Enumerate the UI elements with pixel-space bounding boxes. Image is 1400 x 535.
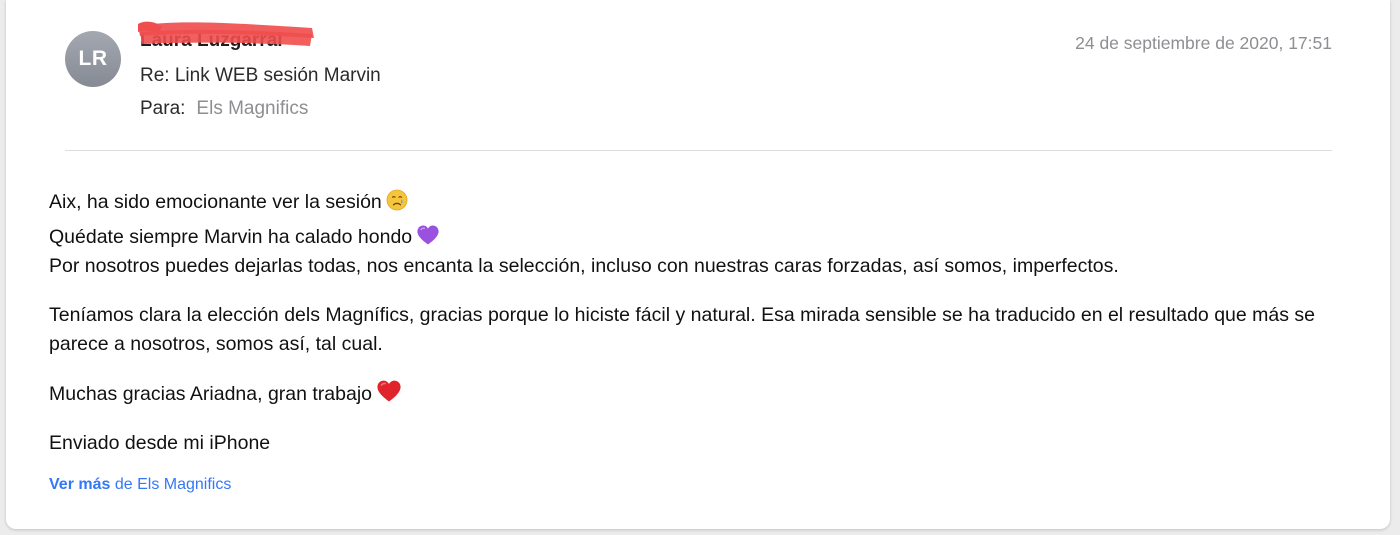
see-more-link[interactable]: Ver más de Els Magnifics — [49, 476, 231, 494]
recipient-name[interactable]: Els Magnifics — [196, 98, 308, 119]
body-line: Por nosotros puedes dejarlas todas, nos … — [49, 255, 1119, 277]
body-line: Aix, ha sido emocionante ver la sesión — [49, 188, 1349, 217]
body-text: Muchas gracias Ariadna, gran trabajo — [49, 383, 373, 405]
email-date: 24 de septiembre de 2020, 17:51 — [1075, 33, 1332, 53]
avatar[interactable]: LR — [65, 31, 121, 87]
body-text: Quédate siempre Marvin ha calado hondo — [49, 226, 413, 248]
email-body: Aix, ha sido emocionante ver la sesión Q… — [49, 188, 1349, 458]
email-signature: Enviado desde mi iPhone — [49, 432, 271, 454]
body-line: Quédate siempre Marvin ha calado hondo — [49, 223, 1349, 252]
body-text: Aix, ha sido emocionante ver la sesión — [49, 191, 382, 213]
recipient-line: Para: Els Magnifics — [140, 98, 308, 120]
email-message: LR Laura Luzgarral Re: Link WEB sesión M… — [6, 0, 1390, 529]
see-more-label[interactable]: Ver más — [49, 476, 110, 493]
header-divider — [65, 150, 1332, 151]
to-label: Para: — [140, 98, 186, 119]
purple-heart-icon — [417, 225, 439, 245]
see-more-sender[interactable]: de Els Magnifics — [115, 476, 232, 493]
red-heart-icon — [377, 380, 401, 402]
email-subject: Re: Link WEB sesión Marvin — [140, 65, 381, 86]
sender-name[interactable]: Laura Luzgarral — [140, 30, 283, 52]
body-line: Muchas gracias Ariadna, gran trabajo — [49, 379, 1349, 409]
body-paragraph: Teníamos clara la elección dels Magnífic… — [49, 304, 1315, 355]
crying-face-icon — [386, 189, 408, 211]
